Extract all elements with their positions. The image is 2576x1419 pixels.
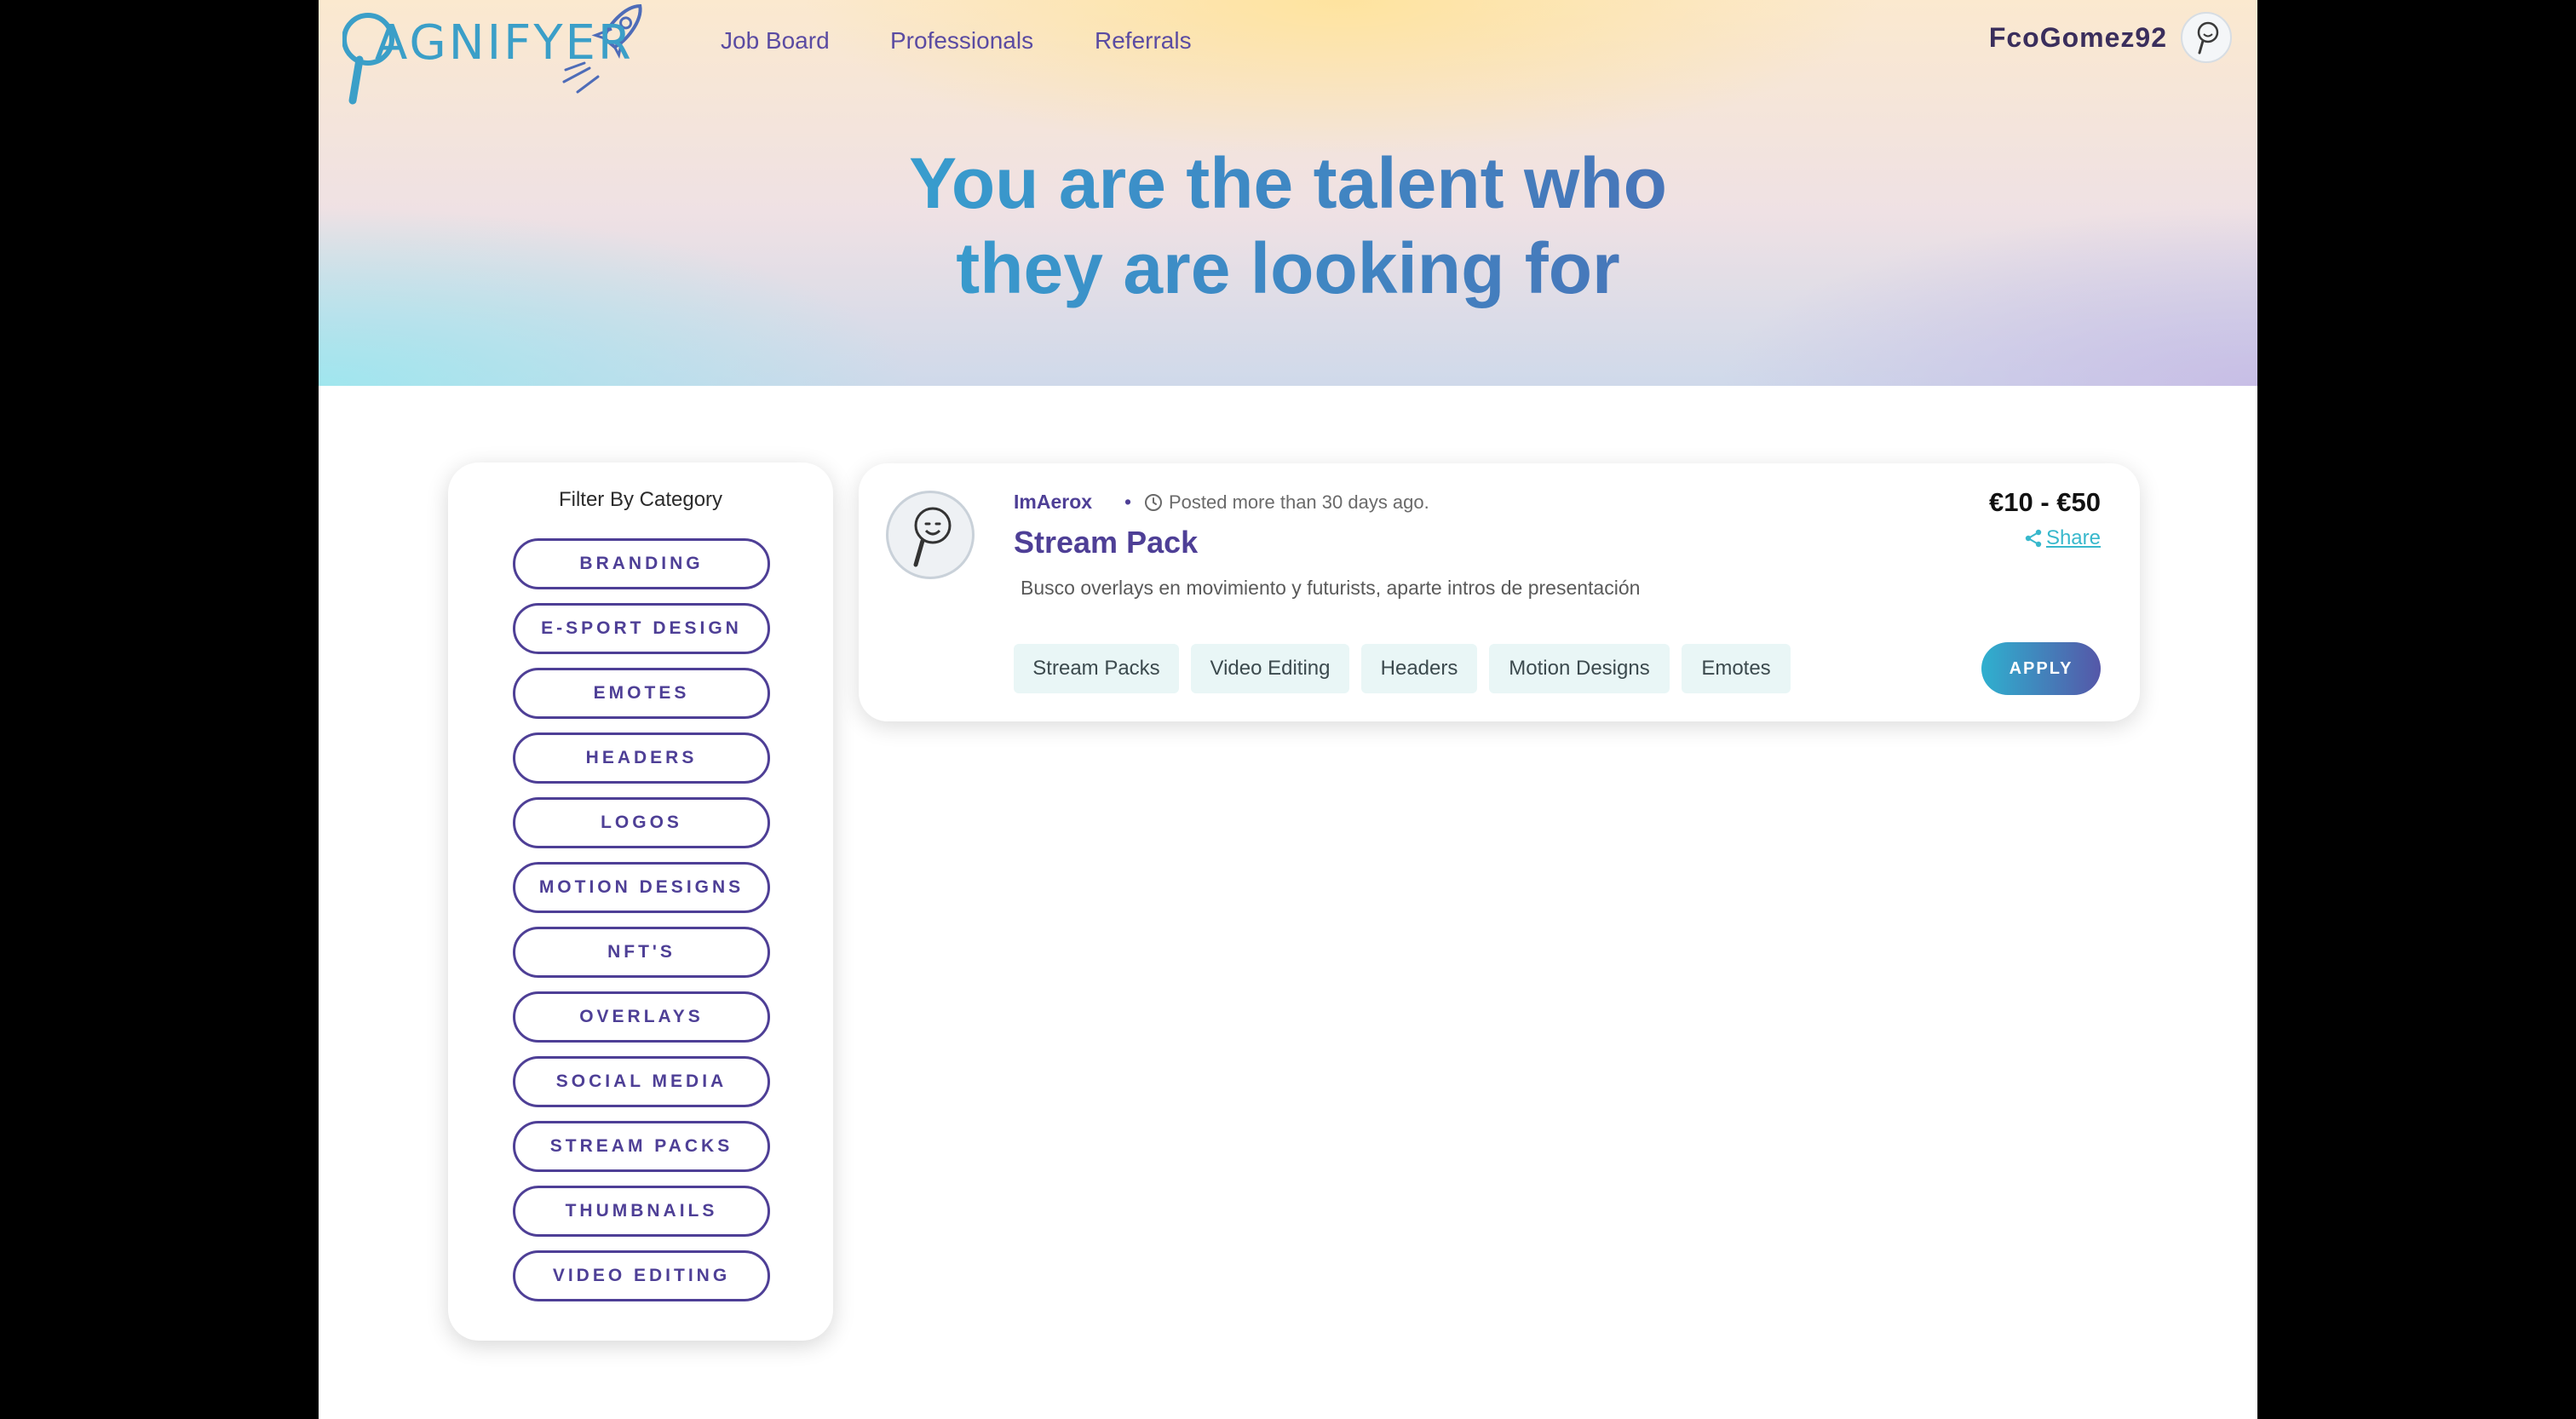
page: AGNIFYER Job Board Professionals Referra… [319,0,2257,1419]
hero-headline: You are the talent who they are looking … [319,141,2257,311]
job-author-name[interactable]: ImAerox [1014,491,1092,514]
job-price-range: €10 - €50 [1989,487,2101,517]
tag-stream-packs: Stream Packs [1014,644,1179,693]
filter-title: Filter By Category [558,488,723,511]
username[interactable]: FcoGomez92 [1989,22,2167,54]
logo-wordmark: AGNIFYER [375,15,634,71]
tag-emotes: Emotes [1682,644,1791,693]
category-nfts-button[interactable]: NFT'S [513,927,770,978]
user-avatar[interactable] [2181,12,2232,63]
category-headers-button[interactable]: HEADERS [513,732,770,784]
category-thumbnails-button[interactable]: THUMBNAILS [513,1186,770,1237]
hero-line-1: You are the talent who [909,143,1667,223]
job-description: Busco overlays en movimiento y futurists… [1021,577,1641,599]
clock-icon [1145,494,1162,511]
tag-motion-designs: Motion Designs [1489,644,1670,693]
job-author-avatar[interactable] [886,491,975,579]
magnifier-face-icon [2197,21,2219,55]
category-esport-design-button[interactable]: E-SPORT DESIGN [513,603,770,654]
share-icon [2025,529,2042,548]
category-motion-designs-button[interactable]: MOTION DESIGNS [513,862,770,913]
category-video-editing-button[interactable]: VIDEO EDITING [513,1250,770,1301]
tag-video-editing: Video Editing [1191,644,1349,693]
apply-button[interactable]: APPLY [1981,642,2101,695]
magnifier-face-icon [913,507,952,567]
category-logos-button[interactable]: LOGOS [513,797,770,848]
separator-dot: • [1124,491,1132,513]
hero-line-2: they are looking for [956,228,1620,308]
category-social-media-button[interactable]: SOCIAL MEDIA [513,1056,770,1107]
hero-banner: AGNIFYER Job Board Professionals Referra… [319,0,2257,386]
share-link[interactable]: Share [2024,526,2101,550]
nav-referrals[interactable]: Referrals [1095,27,1192,55]
nav-job-board[interactable]: Job Board [721,27,830,55]
share-label: Share [2045,526,2101,549]
category-overlays-button[interactable]: OVERLAYS [513,991,770,1043]
job-title[interactable]: Stream Pack [1014,525,1198,560]
category-emotes-button[interactable]: EMOTES [513,668,770,719]
magnifyer-logo[interactable]: AGNIFYER [342,0,675,109]
posted-time: Posted more than 30 days ago. [1169,491,1429,513]
category-filter-panel: Filter By Category BRANDING E-SPORT DESI… [448,462,833,1341]
nav-professionals[interactable]: Professionals [890,27,1033,55]
category-branding-button[interactable]: BRANDING [513,538,770,589]
category-stream-packs-button[interactable]: STREAM PACKS [513,1121,770,1172]
tag-headers: Headers [1361,644,1477,693]
job-card[interactable]: ImAerox • Posted more than 30 days ago. … [859,463,2140,721]
